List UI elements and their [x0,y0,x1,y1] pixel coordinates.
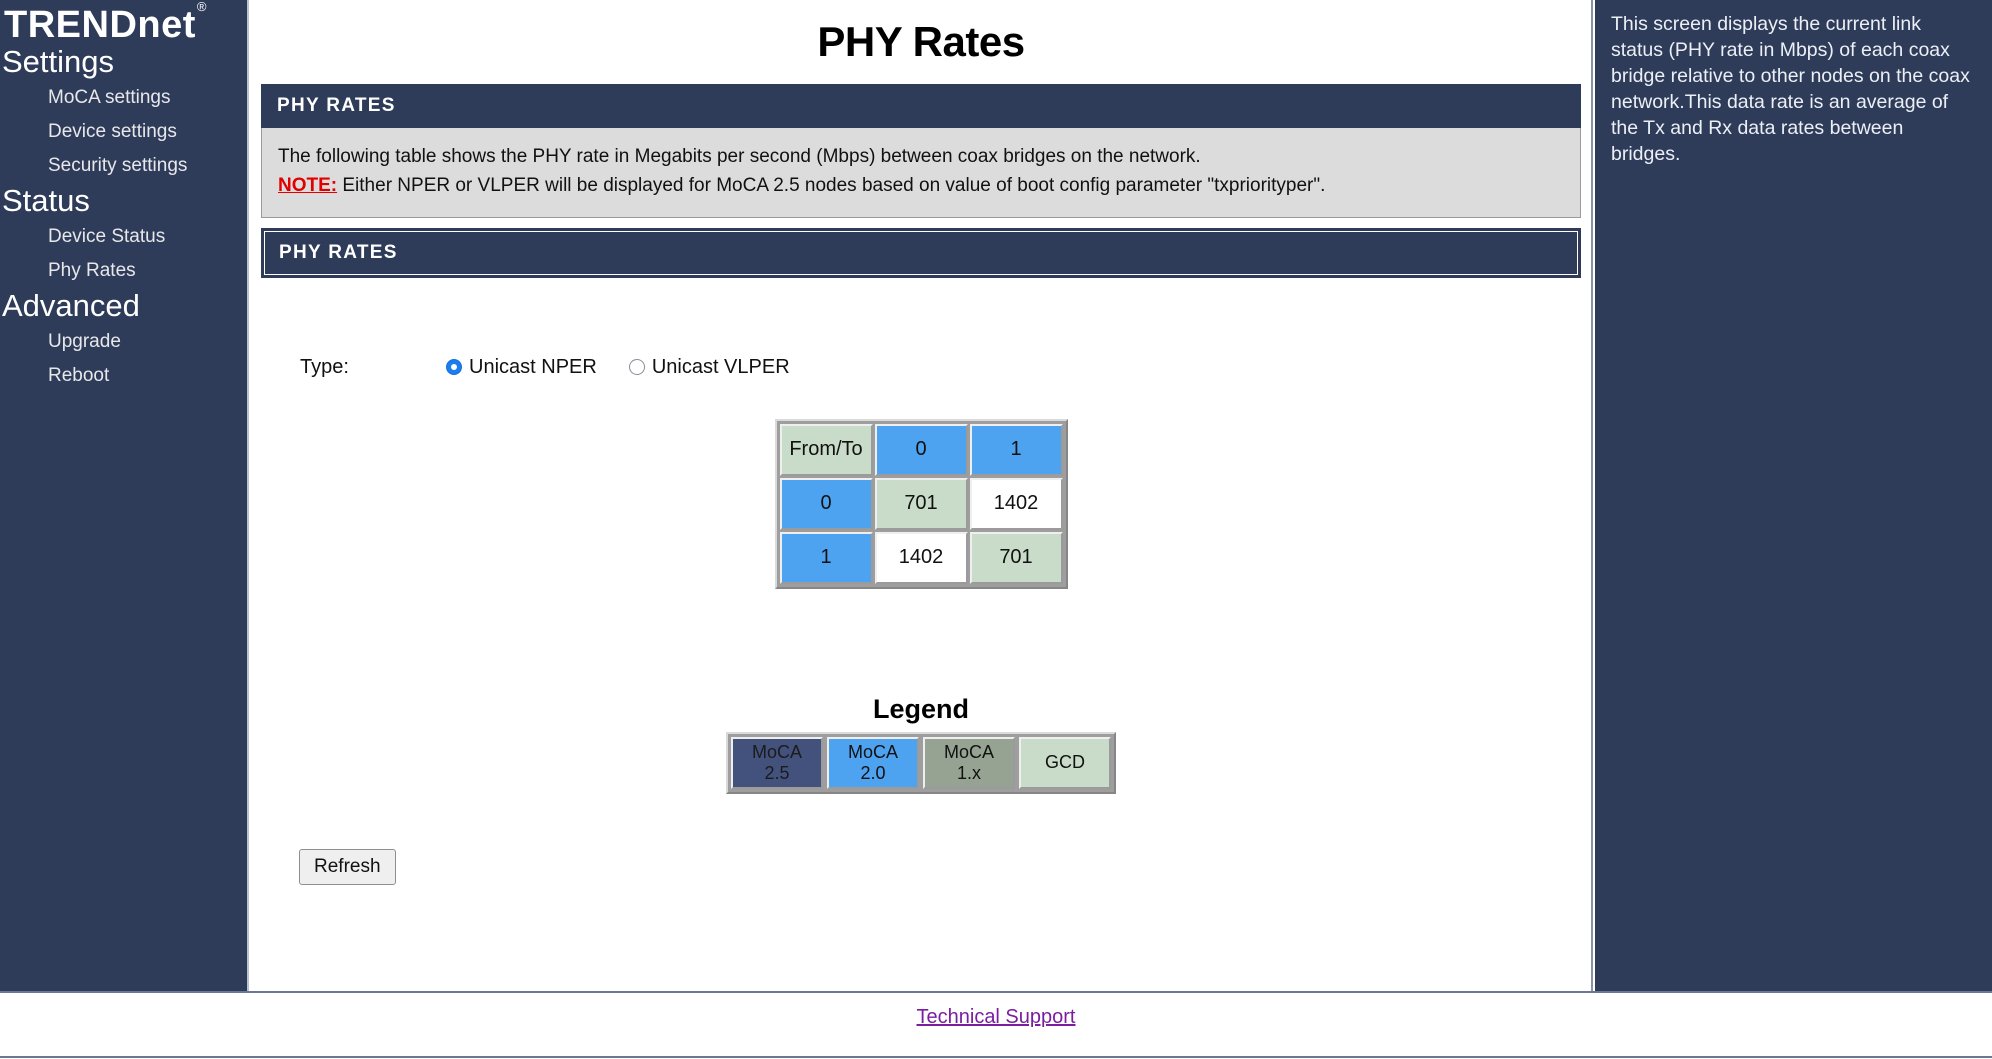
matrix-cell-0-0: 701 [874,477,968,530]
type-selector: Type: Unicast NPER Unicast VLPER [261,278,1581,379]
sidebar-item-security-settings[interactable]: Security settings [0,149,247,183]
sidebar-item-reboot[interactable]: Reboot [0,359,247,393]
rates-panel: PHY RATES [261,227,1581,278]
legend-item-moca-2-5: MoCA 2.5 [731,736,823,789]
legend-item-gcd: GCD [1019,736,1111,789]
main-content: PHY Rates PHY RATES The following table … [251,0,1593,991]
table-row: 0 701 1402 [779,477,1063,530]
matrix-corner-cell: From/To [779,423,873,476]
sidebar-item-phy-rates[interactable]: Phy Rates [0,254,247,288]
legend-item-moca-2-5-line2: 2.5 [764,762,790,783]
technical-support-link[interactable]: Technical Support [0,993,1992,1029]
legend-item-moca-2-0-line1: MoCA [847,741,898,762]
radio-unicast-vlper-icon[interactable] [628,359,645,376]
legend-item-moca-1-x-line1: MoCA [943,741,994,762]
help-panel: This screen displays the current link st… [1595,0,1992,991]
brand-name: TRENDnet [4,4,196,46]
legend-item-moca-2-5-line1: MoCA [751,741,802,762]
matrix-col-header-0: 0 [874,423,968,476]
note-text: Either NPER or VLPER will be displayed f… [337,175,1326,197]
radio-unicast-nper-label: Unicast NPER [469,355,597,378]
matrix-row-header-1: 1 [779,531,873,584]
registered-trademark-icon: ® [196,0,207,15]
matrix-cell-1-0: 1402 [874,531,968,584]
matrix-row-header-0: 0 [779,477,873,530]
phy-rate-matrix: From/To 0 1 0 701 1402 1 1402 701 [774,418,1068,589]
type-label: Type: [300,355,349,378]
info-panel-heading: PHY RATES [261,84,1581,128]
radio-option-unicast-vlper[interactable]: Unicast VLPER [628,355,790,379]
sidebar-group-status: Status [2,183,90,219]
sidebar-group-advanced: Advanced [2,288,140,324]
legend-box: MoCA 2.5 MoCA 2.0 MoCA 1.x GCD [726,731,1116,794]
phy-rate-matrix-wrapper: From/To 0 1 0 701 1402 1 1402 701 [261,418,1581,589]
rates-panel-heading: PHY RATES [261,227,1581,278]
sidebar: TRENDnet® Settings MoCA settings Device … [0,0,249,991]
footer-divider [0,1056,1992,1058]
info-panel-note: NOTE: Either NPER or VLPER will be displ… [278,171,1564,200]
matrix-col-header-1: 1 [969,423,1063,476]
sidebar-item-moca-settings[interactable]: MoCA settings [0,81,247,115]
legend-title: Legend [872,693,969,724]
matrix-header-row: From/To 0 1 [779,423,1063,476]
legend-item-moca-2-0: MoCA 2.0 [827,736,919,789]
help-panel-text: This screen displays the current link st… [1611,13,1970,165]
legend-wrapper: MoCA 2.5 MoCA 2.0 MoCA 1.x GCD [261,731,1581,794]
radio-unicast-nper-icon[interactable] [446,359,462,376]
note-label: NOTE: [278,175,338,197]
actions-row: Refresh [261,794,1581,885]
app-window: TRENDnet® Settings MoCA settings Device … [0,0,1992,1059]
info-panel-line1: The following table shows the PHY rate i… [278,146,1201,167]
page-title: PHY Rates [817,18,1025,65]
matrix-cell-1-1: 701 [969,531,1063,584]
info-panel: PHY RATES The following table shows the … [261,84,1581,218]
sidebar-item-device-status[interactable]: Device Status [0,220,247,254]
radio-unicast-vlper-label: Unicast VLPER [651,355,790,378]
matrix-cell-0-1: 1402 [969,477,1063,530]
sidebar-item-upgrade[interactable]: Upgrade [0,325,247,359]
legend-item-moca-1-x: MoCA 1.x [923,736,1015,789]
legend-item-moca-2-0-line2: 2.0 [860,762,886,783]
rates-workarea: Type: Unicast NPER Unicast VLPER From/To… [251,278,1591,978]
sidebar-group-settings: Settings [2,44,115,79]
footer: Technical Support [0,991,1992,1059]
brand-logo: TRENDnet® [0,0,206,44]
legend-item-moca-1-x-line2: 1.x [956,762,981,783]
refresh-button[interactable]: Refresh [299,848,396,885]
sidebar-item-device-settings[interactable]: Device settings [0,115,247,149]
legend-item-gcd-line1: GCD [1045,752,1085,773]
table-row: 1 1402 701 [779,531,1063,584]
radio-option-unicast-nper[interactable]: Unicast NPER [446,356,597,379]
info-panel-body: The following table shows the PHY rate i… [261,128,1581,218]
